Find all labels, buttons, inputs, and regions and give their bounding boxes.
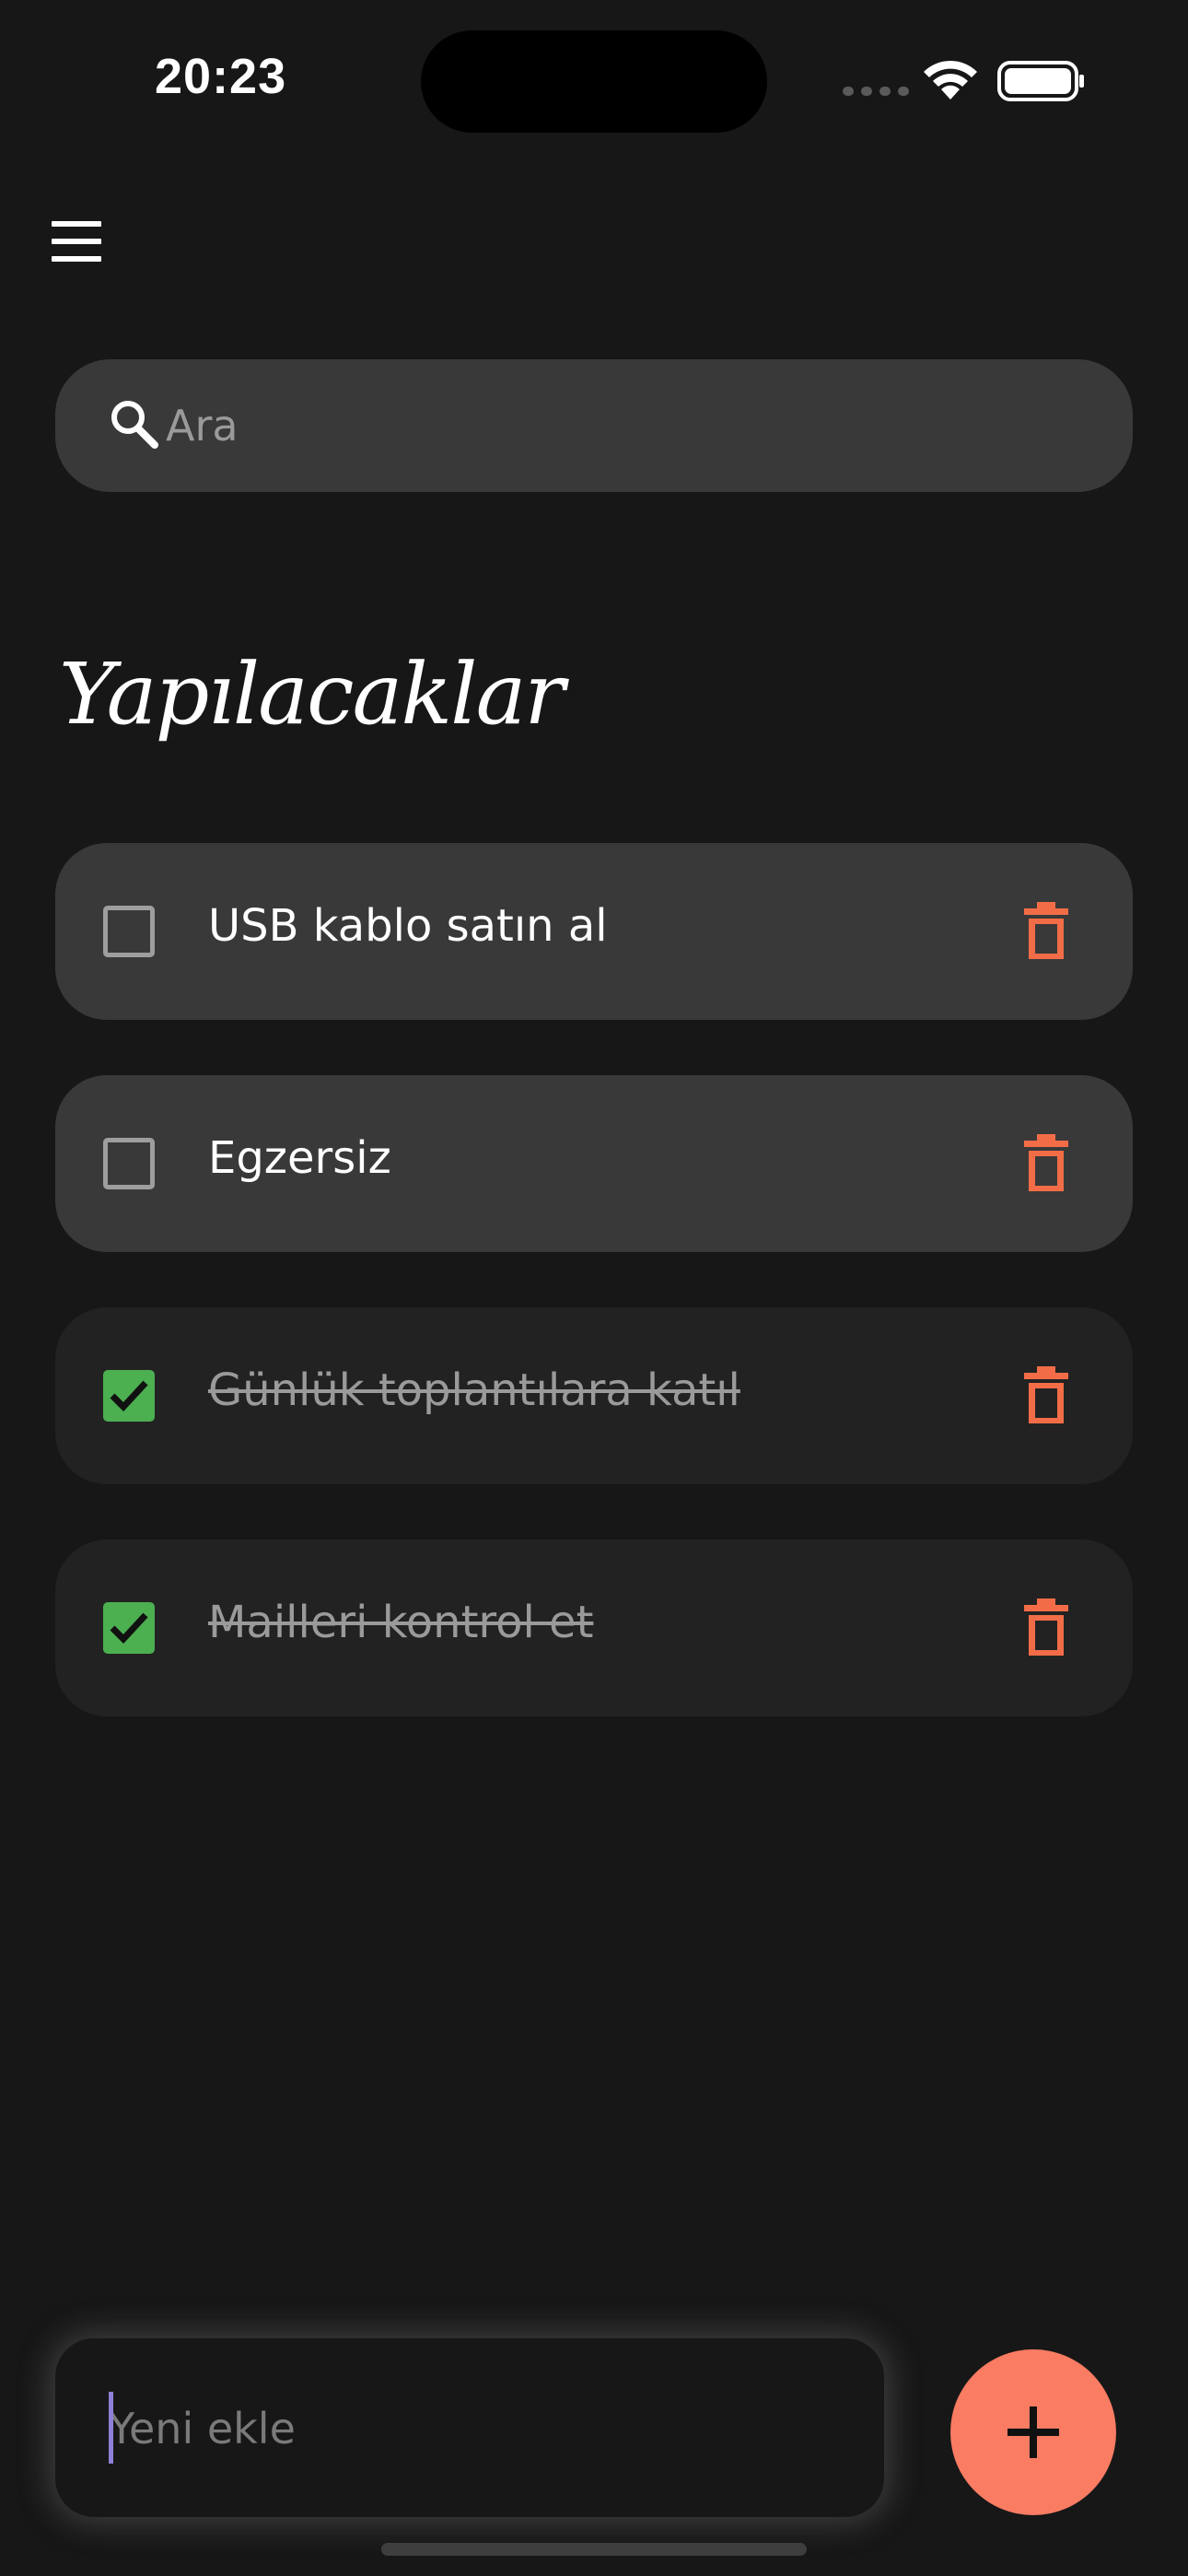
cellular-signal-icon xyxy=(843,87,909,96)
home-indicator[interactable] xyxy=(381,2543,807,2556)
app-screen: 20:23 Yapılacaklar USB kablo satı xyxy=(0,0,1188,2576)
todo-item[interactable]: Günlük toplantılara katıl xyxy=(55,1307,1133,1484)
check-icon xyxy=(110,1612,148,1645)
delete-icon[interactable] xyxy=(1024,1366,1068,1425)
page-title: Yapılacaklar xyxy=(59,645,565,744)
search-bar[interactable] xyxy=(55,359,1133,492)
new-item-input[interactable] xyxy=(109,2390,845,2467)
todo-label: Egzersiz xyxy=(208,1132,391,1184)
status-time: 20:23 xyxy=(155,49,287,104)
plus-icon xyxy=(1007,2406,1059,2458)
todo-checkbox[interactable] xyxy=(103,1370,155,1422)
todo-item[interactable]: USB kablo satın al xyxy=(55,843,1133,1020)
wifi-icon xyxy=(924,60,977,100)
todo-checkbox[interactable] xyxy=(103,906,155,957)
search-input[interactable] xyxy=(166,389,1087,463)
menu-button[interactable] xyxy=(52,221,103,262)
battery-icon xyxy=(997,61,1084,101)
delete-icon[interactable] xyxy=(1024,1598,1068,1657)
delete-icon[interactable] xyxy=(1024,902,1068,961)
text-caret xyxy=(109,2392,113,2464)
search-icon xyxy=(111,401,158,449)
todo-checkbox[interactable] xyxy=(103,1602,155,1654)
dynamic-island xyxy=(421,30,767,133)
todo-item[interactable]: Mailleri kontrol et xyxy=(55,1540,1133,1716)
todo-label: Mailleri kontrol et xyxy=(208,1597,594,1648)
todo-label: Günlük toplantılara katıl xyxy=(208,1364,740,1416)
check-icon xyxy=(110,1380,148,1412)
todo-item[interactable]: Egzersiz xyxy=(55,1075,1133,1252)
new-item-field[interactable] xyxy=(55,2338,884,2517)
delete-icon[interactable] xyxy=(1024,1134,1068,1193)
add-button[interactable] xyxy=(950,2349,1116,2515)
todo-checkbox[interactable] xyxy=(103,1138,155,1189)
todo-label: USB kablo satın al xyxy=(208,900,608,952)
